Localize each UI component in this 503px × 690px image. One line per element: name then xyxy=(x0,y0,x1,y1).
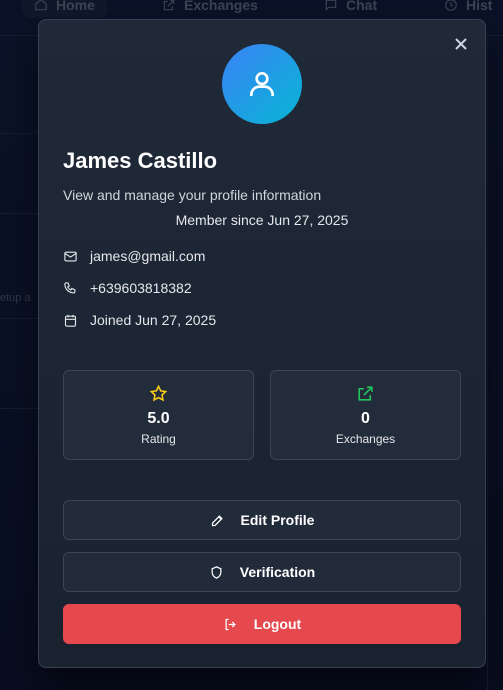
avatar xyxy=(222,44,302,124)
edit-icon xyxy=(211,514,223,526)
rating-value: 5.0 xyxy=(147,410,170,427)
mail-icon xyxy=(64,251,77,261)
joined-row: Joined Jun 27, 2025 xyxy=(63,312,216,328)
exchanges-card: 0 Exchanges xyxy=(270,370,461,460)
profile-modal: James Castillo View and manage your prof… xyxy=(38,19,486,668)
phone-text: +639603818382 xyxy=(90,280,192,296)
email-row: james@gmail.com xyxy=(63,248,205,264)
verification-button[interactable]: Verification xyxy=(63,552,461,592)
exchanges-label: Exchanges xyxy=(335,432,396,446)
close-button[interactable] xyxy=(453,36,469,52)
member-since: Member since Jun 27, 2025 xyxy=(175,212,349,228)
email-text: james@gmail.com xyxy=(90,248,206,264)
logout-icon xyxy=(225,618,236,630)
edit-profile-button[interactable]: Edit Profile xyxy=(63,500,461,540)
star-icon xyxy=(149,384,168,402)
calendar-icon xyxy=(64,314,77,327)
rating-label: Rating xyxy=(141,432,176,446)
exchanges-value: 0 xyxy=(361,410,370,427)
profile-name: James Castillo xyxy=(63,148,218,173)
shield-icon xyxy=(211,565,222,579)
phone-row: +639603818382 xyxy=(63,280,192,296)
profile-subtitle: View and manage your profile information xyxy=(63,187,322,203)
phone-icon xyxy=(64,281,76,293)
verification-label: Verification xyxy=(239,564,316,580)
edit-profile-label: Edit Profile xyxy=(240,512,315,528)
joined-text: Joined Jun 27, 2025 xyxy=(90,312,217,328)
user-icon xyxy=(250,72,274,96)
external-link-icon xyxy=(358,386,373,401)
logout-button[interactable]: Logout xyxy=(63,604,461,644)
close-icon xyxy=(455,38,467,50)
rating-card: 5.0 Rating xyxy=(63,370,254,460)
logout-label: Logout xyxy=(253,616,302,632)
